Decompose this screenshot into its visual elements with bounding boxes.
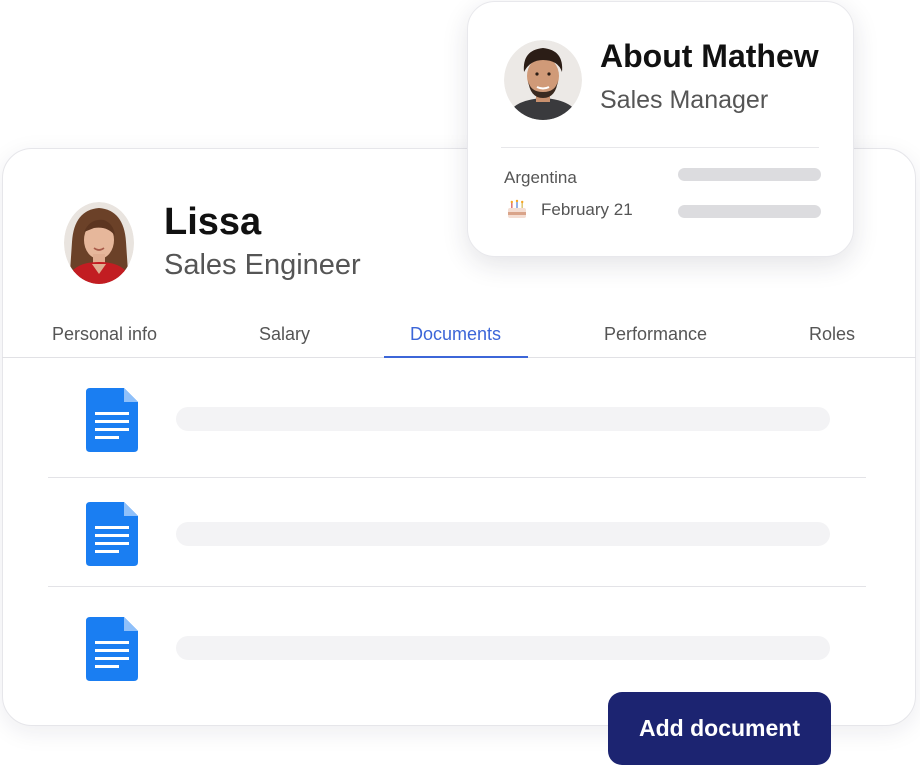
document-icon [86,502,138,566]
add-document-button[interactable]: Add document [608,692,831,765]
document-row[interactable] [48,380,866,476]
tab-personal-info[interactable]: Personal info [52,324,157,345]
document-icon [86,388,138,452]
avatar [504,40,582,120]
tab-roles[interactable]: Roles [809,324,855,345]
country-label: Argentina [504,168,577,187]
tab-performance[interactable]: Performance [604,324,707,345]
birthday-label: February 21 [541,200,633,219]
about-card-title: About Mathew [600,38,819,74]
document-row[interactable] [48,494,866,586]
tab-documents[interactable]: Documents [410,324,501,345]
document-name-placeholder [176,522,830,546]
row-divider [48,586,866,587]
document-icon [86,617,138,681]
info-placeholder-bar [678,205,821,218]
profile-role: Sales Engineer [164,249,361,281]
info-placeholder-bar [678,168,821,181]
birthday-cake-icon [508,199,526,218]
profile-name: Lissa [164,201,262,243]
document-row[interactable] [48,608,866,700]
about-card-role: Sales Manager [600,86,769,114]
active-tab-indicator [384,356,528,358]
tab-salary[interactable]: Salary [259,324,310,345]
row-divider [48,477,866,478]
document-name-placeholder [176,636,830,660]
avatar [64,202,134,284]
document-name-placeholder [176,407,830,431]
about-card-divider [501,147,819,148]
